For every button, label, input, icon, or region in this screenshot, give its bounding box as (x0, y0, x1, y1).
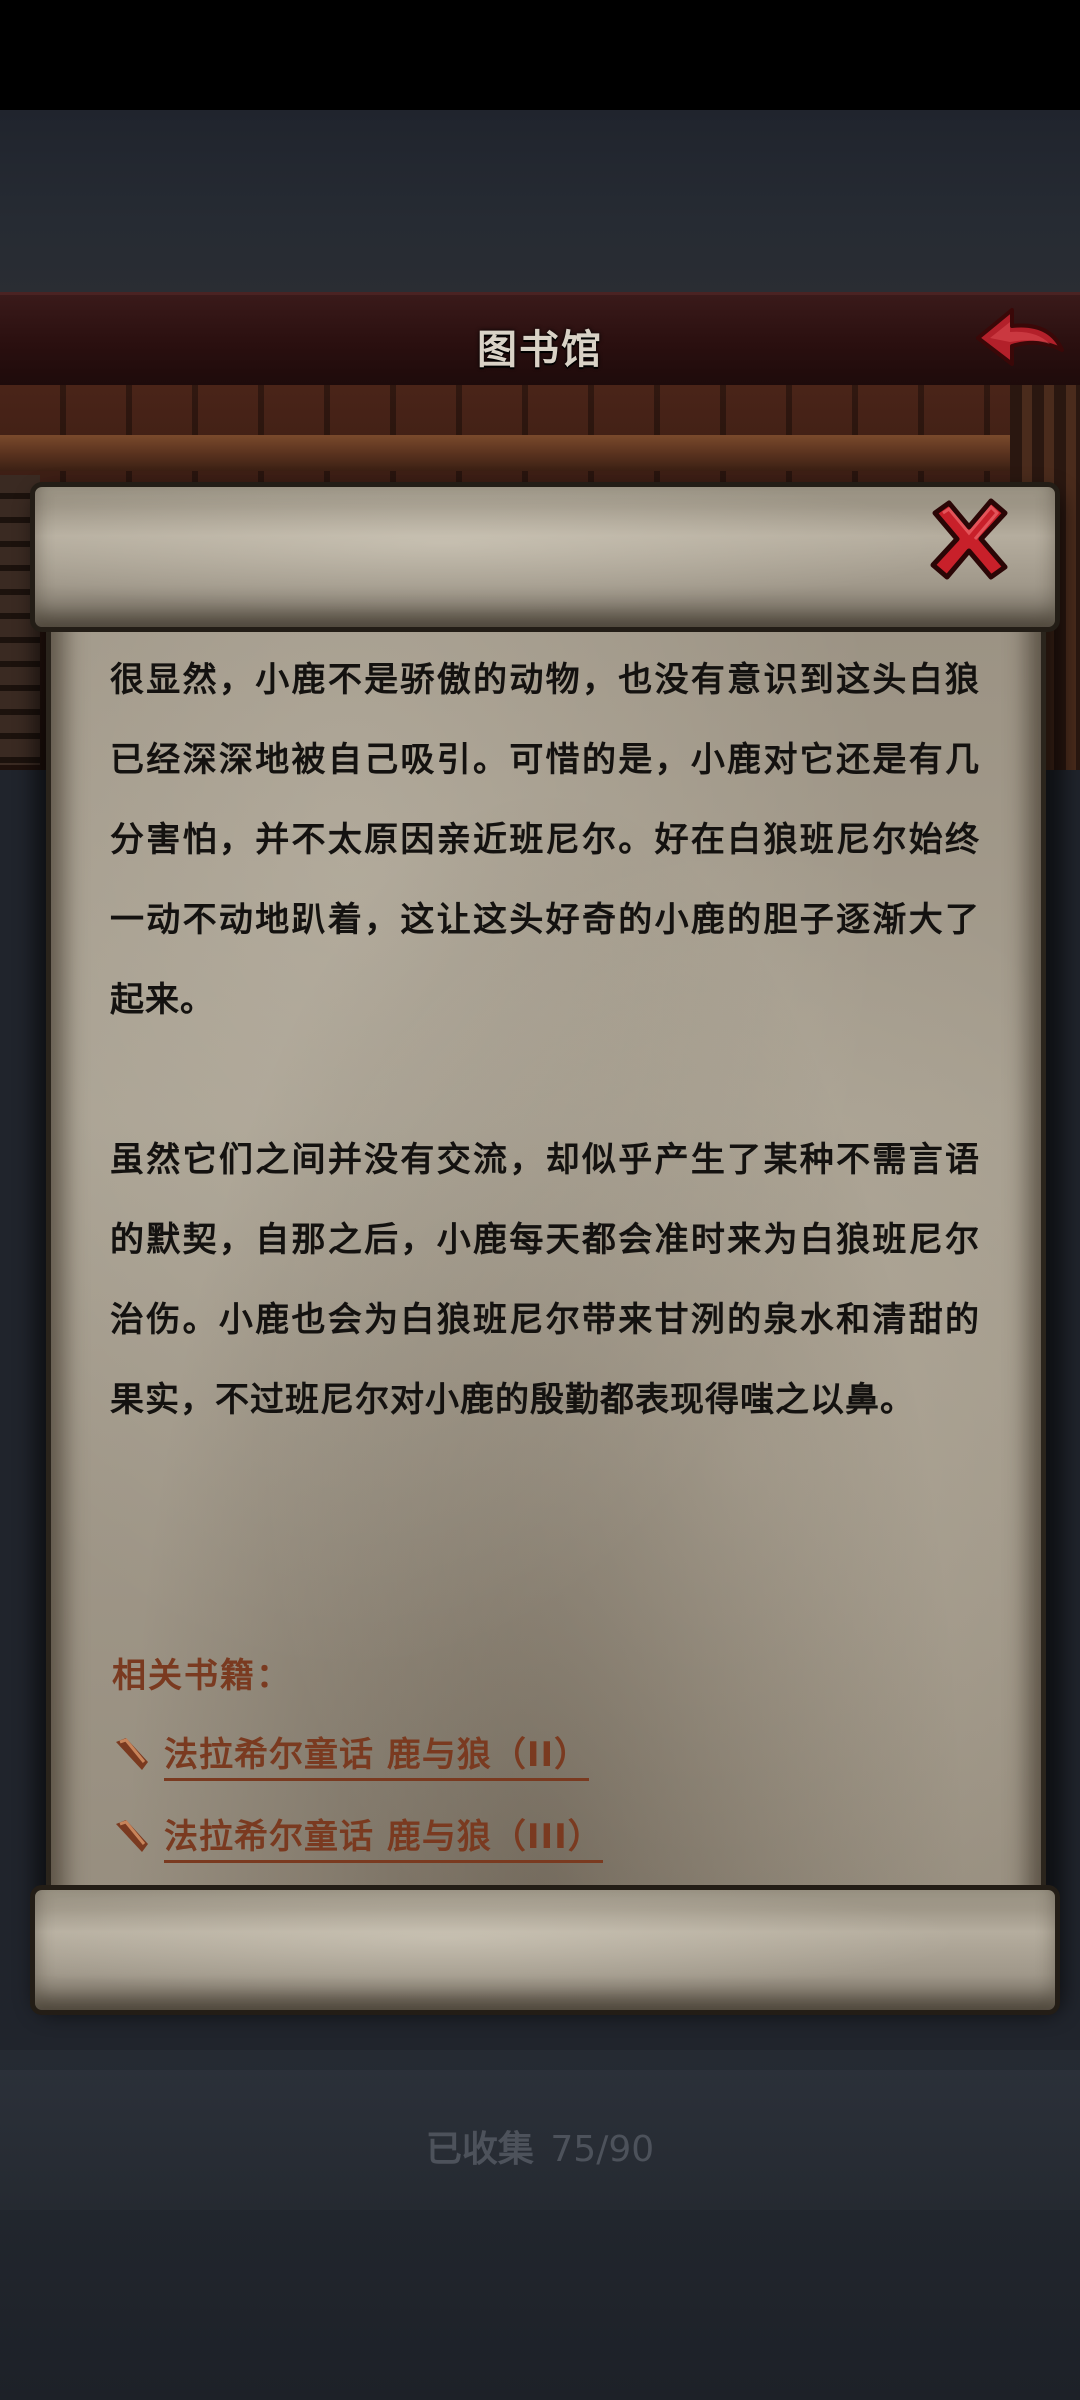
related-book-link-1[interactable]: 法拉希尔童话 鹿与狼（II） (112, 1724, 590, 1784)
top-background (0, 110, 1080, 295)
related-book-title: 法拉希尔童话 鹿与狼（II） (164, 1727, 590, 1781)
paragraph-1: 很显然，小鹿不是骄傲的动物，也没有意识到这头白狼已经深深地被自己吸引。可惜的是，… (110, 660, 980, 1020)
scroll-bottom-roll (30, 1885, 1060, 2015)
title-bar: 图书馆 (0, 292, 1080, 388)
page-title: 图书馆 (477, 327, 603, 373)
quill-icon (116, 1820, 148, 1852)
scroll-top-roll (30, 482, 1060, 632)
close-x-icon (930, 498, 1008, 580)
library-beam (0, 435, 1080, 471)
related-book-link-2[interactable]: 法拉希尔童话 鹿与狼（III） (112, 1806, 603, 1866)
related-book-title: 法拉希尔童话 鹿与狼（III） (164, 1809, 603, 1863)
paragraph-2: 虽然它们之间并没有交流，却似乎产生了某种不需言语的默契，自那之后，小鹿每天都会准… (110, 1140, 980, 1420)
related-books-title: 相关书籍： (112, 1656, 292, 1696)
back-button[interactable] (970, 298, 1070, 378)
back-arrow-icon (976, 308, 1064, 366)
close-button[interactable] (925, 495, 1013, 583)
collected-count: 75/90 (550, 2129, 655, 2170)
collection-status: 已收集 75/90 (0, 2120, 1080, 2172)
status-bar (0, 0, 1080, 110)
quill-icon (116, 1738, 148, 1770)
collected-label: 已收集 (425, 2129, 534, 2170)
book-content: 很显然，小鹿不是骄傲的动物，也没有意识到这头白狼已经深深地被自己吸引。可惜的是，… (110, 640, 980, 1440)
